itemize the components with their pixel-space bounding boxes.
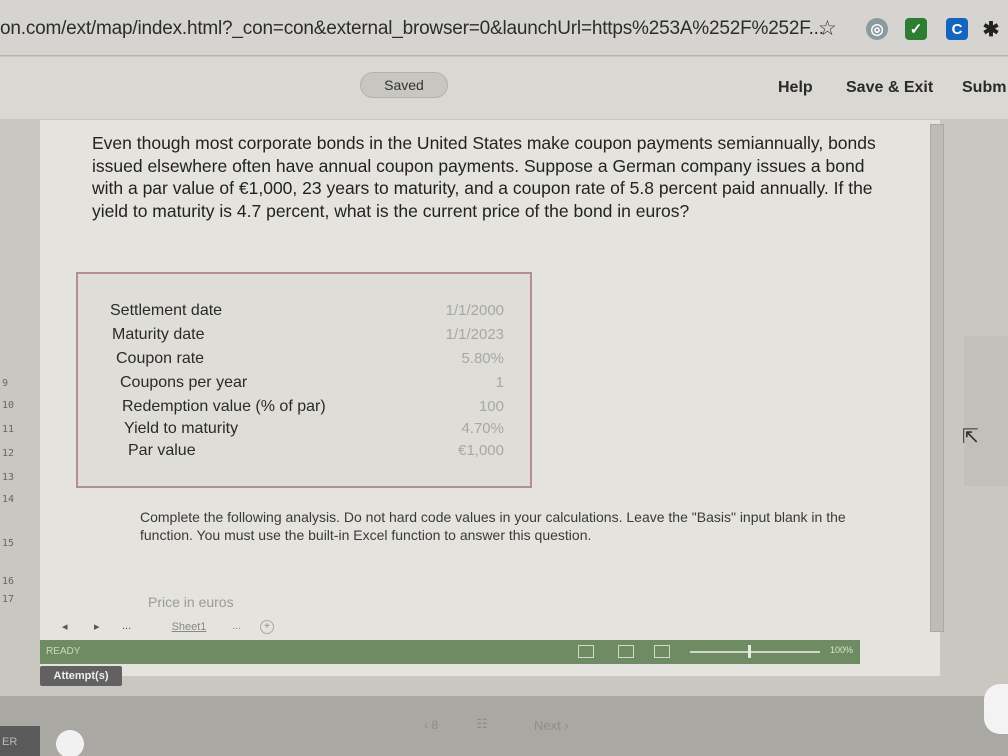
attempts-button[interactable]: Attempt(s) — [40, 666, 122, 686]
tab-sheet1[interactable]: Sheet1 — [154, 618, 224, 636]
input-row: Coupons per year 1 — [78, 374, 534, 398]
input-value[interactable]: €1,000 — [458, 442, 504, 459]
saved-status-badge: Saved — [360, 72, 448, 98]
row-number: 11 — [2, 424, 15, 435]
input-row: Settlement date 1/1/2000 — [78, 302, 534, 326]
row-number: 10 — [2, 400, 15, 411]
mouse-pointer-icon: ⇱ — [962, 426, 979, 448]
input-row: Maturity date 1/1/2023 — [78, 326, 534, 350]
page-navigation[interactable]: ‹ 8 — [424, 718, 438, 732]
extension-c-icon[interactable]: C — [946, 18, 968, 40]
input-value[interactable]: 1 — [496, 374, 504, 391]
bottom-left-label: ER — [0, 726, 40, 756]
next-sheet-arrow-icon[interactable]: ▸ — [94, 620, 100, 633]
normal-view-icon[interactable] — [578, 645, 594, 658]
input-data-table: Settlement date 1/1/2000 Maturity date 1… — [76, 272, 532, 488]
row-number: 13 — [2, 472, 15, 483]
row-number: 9 — [2, 378, 9, 389]
toggle-circle-icon[interactable] — [56, 730, 84, 756]
zoom-slider-thumb[interactable] — [748, 645, 751, 658]
page-layout-view-icon[interactable] — [618, 645, 634, 658]
extension-check-icon[interactable]: ✓ — [905, 18, 927, 40]
price-in-euros-label[interactable]: Price in euros — [148, 594, 234, 610]
zoom-slider[interactable] — [690, 651, 820, 653]
bottom-navigation-bar — [0, 696, 1008, 756]
extension-puzzle-icon[interactable]: ✱ — [980, 18, 1002, 41]
input-row: Coupon rate 5.80% — [78, 350, 534, 374]
input-row: Par value €1,000 — [78, 442, 534, 466]
url-field[interactable]: on.com/ext/map/index.html?_con=con&exter… — [0, 18, 824, 40]
zoom-level: 100% — [830, 645, 854, 655]
status-bar: READY 100% — [40, 640, 860, 664]
input-label: Yield to maturity — [124, 420, 239, 437]
next-button[interactable]: Next › — [534, 718, 569, 733]
extension-circle-icon[interactable]: ◎ — [866, 18, 888, 40]
page-break-view-icon[interactable] — [654, 645, 670, 658]
input-label: Coupon rate — [116, 350, 205, 367]
instructions-text: Complete the following analysis. Do not … — [140, 509, 846, 543]
input-label: Redemption value (% of par) — [122, 398, 326, 415]
ready-status: READY — [46, 646, 81, 657]
submit-link[interactable]: Subm — [962, 79, 1006, 97]
bookmark-star-icon[interactable]: ☆ — [818, 16, 837, 41]
input-label: Par value — [128, 442, 196, 459]
row-number: 12 — [2, 448, 15, 459]
vertical-scrollbar[interactable] — [930, 124, 944, 632]
prev-sheet-arrow-icon[interactable]: ◂ — [62, 620, 68, 633]
input-value[interactable]: 1/1/2000 — [446, 302, 504, 319]
input-value[interactable]: 1/1/2023 — [446, 326, 504, 343]
row-number: 17 — [2, 594, 15, 605]
row-number: 14 — [2, 494, 15, 505]
input-value[interactable]: 4.70% — [461, 420, 504, 437]
input-label: Maturity date — [112, 326, 205, 343]
input-label: Settlement date — [110, 302, 223, 319]
app-header: Saved Help Save & Exit Subm — [0, 57, 1008, 119]
sheet-ellipsis[interactable]: ... — [122, 620, 131, 632]
row-number: 16 — [2, 576, 15, 587]
sheet-more-button[interactable]: ... — [232, 620, 241, 632]
question-grid-icon[interactable]: ☷ — [476, 716, 488, 732]
add-sheet-button[interactable]: + — [260, 620, 274, 634]
sheet-tab-bar: ◂ ▸ ... Sheet1 ... + — [40, 616, 900, 640]
input-row: Redemption value (% of par) 100 — [78, 398, 534, 422]
save-exit-link[interactable]: Save & Exit — [846, 79, 933, 97]
input-value[interactable]: 5.80% — [461, 350, 504, 367]
input-label: Coupons per year — [120, 374, 248, 391]
input-row: Yield to maturity 4.70% — [78, 420, 534, 444]
page-scrollbar-thumb[interactable] — [964, 336, 1008, 486]
chat-tab-icon[interactable] — [984, 684, 1008, 734]
help-link[interactable]: Help — [778, 79, 813, 97]
question-text: Even though most corporate bonds in the … — [92, 133, 876, 221]
browser-toolbar: on.com/ext/map/index.html?_con=con&exter… — [0, 0, 1008, 56]
input-value[interactable]: 100 — [479, 398, 504, 415]
row-number: 15 — [2, 538, 15, 549]
